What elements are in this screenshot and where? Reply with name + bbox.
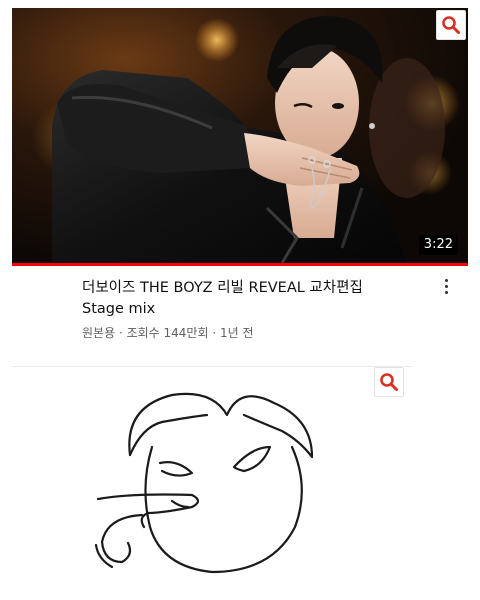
thumbnail-image — [12, 8, 468, 263]
search-icon — [380, 373, 398, 391]
search-button[interactable] — [436, 10, 466, 40]
video-title-line-2: Stage mix — [82, 301, 156, 317]
face-doodle — [94, 392, 314, 574]
search-button-sketch[interactable] — [374, 367, 404, 397]
more-options-button[interactable] — [438, 276, 454, 300]
video-title-line-1: 더보이즈 THE BOYZ 리빌 REVEAL 교차편집 — [82, 280, 363, 296]
doodle-fingers — [170, 499, 190, 509]
doodle-hair-inner — [128, 413, 209, 457]
meme-comparison: 3:22 더보이즈 THE BOYZ 리빌 REVEAL 교차편집 Stage … — [0, 0, 480, 600]
doodle-right-eye — [232, 445, 272, 473]
video-meta[interactable]: 더보이즈 THE BOYZ 리빌 REVEAL 교차편집 Stage mix 원… — [82, 278, 432, 341]
channel-name[interactable]: 원본용 — [82, 326, 115, 340]
doodle-hair — [128, 392, 314, 459]
separator: · — [115, 326, 127, 340]
video-title[interactable]: 더보이즈 THE BOYZ 리빌 REVEAL 교차편집 Stage mix — [82, 278, 432, 320]
watch-progress-fill — [12, 263, 468, 266]
upload-age: 1년 전 — [219, 326, 254, 340]
video-thumbnail[interactable]: 3:22 — [12, 8, 468, 263]
view-count: 조회수 144만회 — [126, 326, 209, 340]
sketch-panel — [12, 366, 412, 593]
search-icon — [442, 16, 460, 34]
separator: · — [208, 326, 220, 340]
doodle-face — [144, 445, 303, 574]
video-result-card[interactable]: 3:22 더보이즈 THE BOYZ 리빌 REVEAL 교차편집 Stage … — [12, 8, 468, 348]
doodle-left-eye — [158, 461, 194, 477]
video-duration: 3:22 — [418, 235, 458, 255]
video-subline: 원본용 · 조회수 144만회 · 1년 전 — [82, 325, 432, 341]
watch-progress-bar — [12, 263, 468, 266]
doodle-hand-curl — [100, 513, 144, 564]
more-vert-icon — [438, 279, 454, 294]
